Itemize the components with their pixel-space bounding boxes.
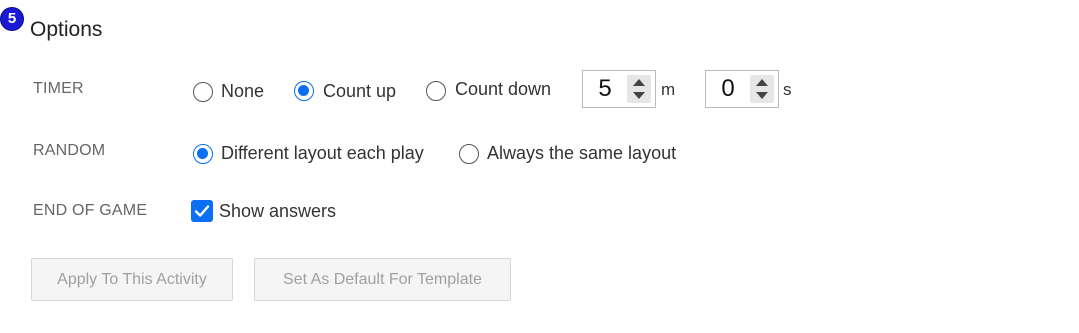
random-different-layout-radio[interactable] <box>193 144 213 164</box>
random-different-layout-label[interactable]: Different layout each play <box>221 143 424 164</box>
timer-count-down-label[interactable]: Count down <box>455 79 551 100</box>
step-number-badge: 5 <box>1 8 23 30</box>
set-default-for-template-button[interactable]: Set As Default For Template <box>254 258 511 301</box>
timer-label: TIMER <box>33 80 84 97</box>
timer-count-up-radio[interactable] <box>294 81 314 101</box>
minutes-arrows[interactable] <box>627 75 651 103</box>
timer-none-radio[interactable] <box>193 82 213 102</box>
seconds-decrement-icon[interactable] <box>756 92 768 99</box>
seconds-increment-icon[interactable] <box>756 79 768 86</box>
timer-none-label[interactable]: None <box>221 81 264 102</box>
seconds-stepper[interactable]: 0 <box>705 70 779 108</box>
minutes-value[interactable]: 5 <box>583 75 627 103</box>
timer-count-up-label[interactable]: Count up <box>323 81 396 102</box>
show-answers-label[interactable]: Show answers <box>219 201 336 222</box>
minutes-unit: m <box>661 80 676 99</box>
minutes-decrement-icon[interactable] <box>633 92 645 99</box>
seconds-unit: s <box>783 80 792 99</box>
timer-count-down-radio[interactable] <box>426 81 446 101</box>
seconds-arrows[interactable] <box>750 75 774 103</box>
minutes-increment-icon[interactable] <box>633 79 645 86</box>
show-answers-checkbox[interactable] <box>191 200 213 222</box>
end-of-game-label: END OF GAME <box>33 202 148 219</box>
random-same-layout-radio[interactable] <box>459 144 479 164</box>
checkmark-icon <box>194 205 210 217</box>
minutes-stepper[interactable]: 5 <box>582 70 656 108</box>
section-title: Options <box>30 18 103 41</box>
random-same-layout-label[interactable]: Always the same layout <box>487 143 676 164</box>
seconds-value[interactable]: 0 <box>706 75 750 103</box>
apply-to-activity-button[interactable]: Apply To This Activity <box>31 258 233 301</box>
random-label: RANDOM <box>33 142 106 159</box>
